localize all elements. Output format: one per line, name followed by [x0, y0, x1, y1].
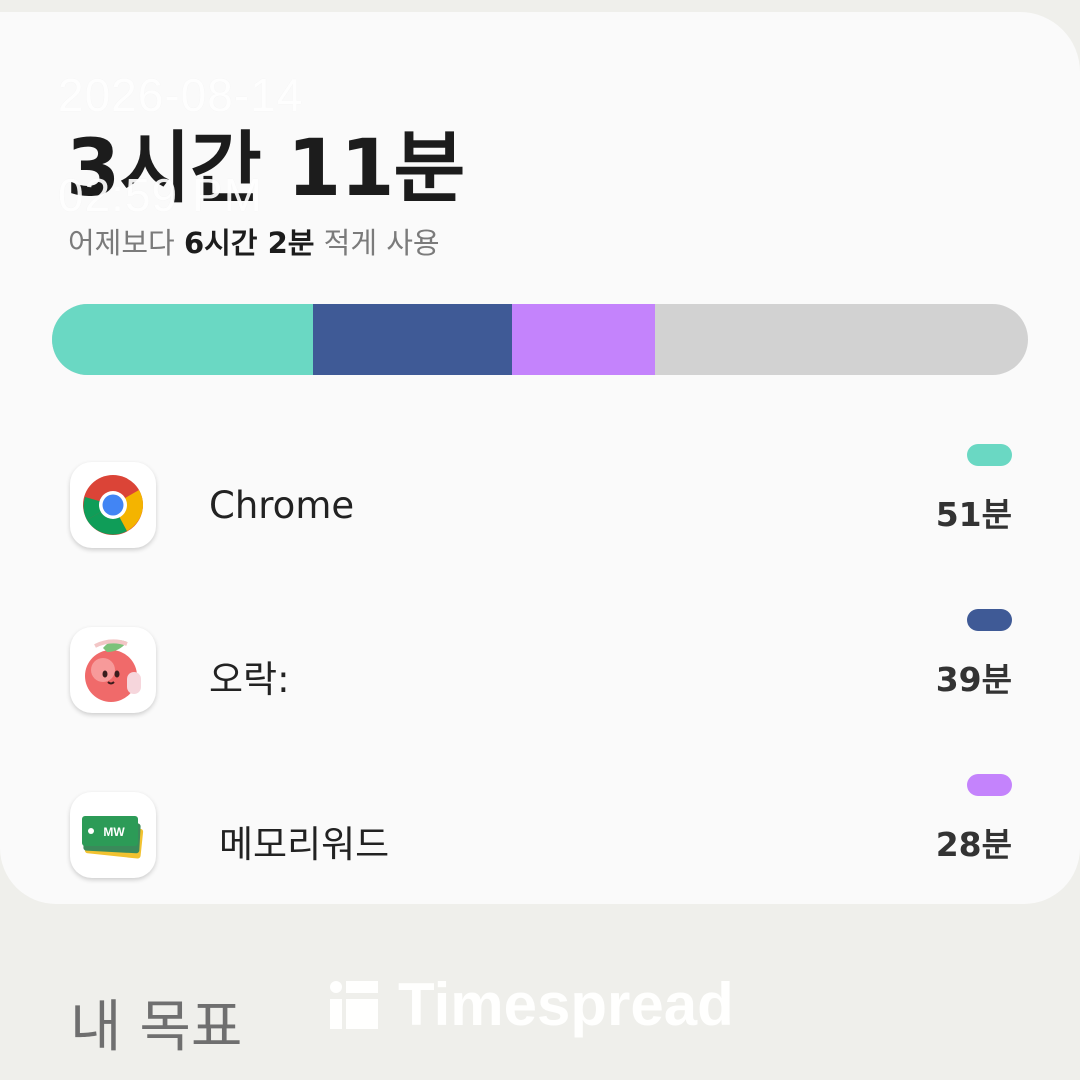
- comparison-prefix: 어제보다: [68, 226, 184, 260]
- app-name: 메모리워드: [219, 823, 390, 866]
- comparison-suffix: 적게 사용: [314, 226, 440, 260]
- usage-segment: [52, 304, 313, 375]
- my-goals-heading: 내 목표: [70, 995, 243, 1060]
- app-row-entertainment[interactable]: 오락: 39분: [0, 609, 1080, 719]
- app-row-memoryword[interactable]: MW 메모리워드 28분: [0, 774, 1080, 884]
- screen: 3시간 11분 어제보다 6시간 2분 적게 사용 Chrome 51분 오락:…: [0, 0, 1080, 1080]
- usage-comparison: 어제보다 6시간 2분 적게 사용: [68, 220, 440, 262]
- app-usage-time: 51분: [935, 495, 1012, 534]
- app-color-chip: [967, 444, 1012, 466]
- app-usage-time: 28분: [935, 825, 1012, 864]
- svg-text:MW: MW: [103, 825, 125, 839]
- usage-segment: [511, 304, 655, 375]
- app-name: 오락:: [209, 658, 290, 701]
- timespread-logo-icon: [330, 980, 378, 1029]
- screen-time-card[interactable]: 3시간 11분 어제보다 6시간 2분 적게 사용 Chrome 51분 오락:…: [0, 12, 1080, 904]
- app-color-chip: [967, 609, 1012, 631]
- timespread-watermark: Timespread: [330, 970, 734, 1039]
- watermark-text: Timespread: [398, 971, 734, 1038]
- app-color-chip: [967, 774, 1012, 796]
- app-row-chrome[interactable]: Chrome 51분: [0, 444, 1080, 554]
- peach-character-icon: [70, 627, 156, 713]
- app-usage-time: 39분: [935, 660, 1012, 699]
- chrome-icon: [70, 462, 156, 548]
- comparison-amount: 6시간 2분: [183, 226, 315, 260]
- timestamp-date-overlay: 2026-08-14: [58, 69, 304, 121]
- app-name: Chrome: [209, 484, 355, 527]
- memoryword-icon: MW: [70, 792, 156, 878]
- usage-segment: [312, 304, 512, 375]
- timestamp-time-overlay: 02:59 PM: [58, 169, 263, 221]
- usage-breakdown-bar: [52, 304, 1028, 375]
